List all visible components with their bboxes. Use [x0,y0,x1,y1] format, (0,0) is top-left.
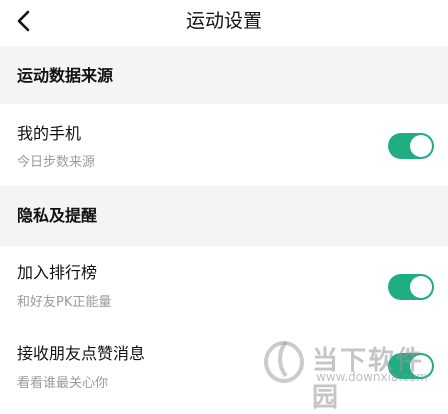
setting-subtitle-likes: 看看谁最关心你 [17,376,109,391]
setting-title-my-phone: 我的手机 [17,124,82,143]
setting-subtitle-my-phone: 今日步数来源 [17,155,96,170]
top-bar: 运动设置 [0,0,448,42]
watermark-url: www.downxia.com [316,370,428,384]
setting-title-likes: 接收朋友点赞消息 [17,344,146,363]
section-header-data-source: 运动数据来源 [0,46,448,104]
section-label-privacy: 隐私及提醒 [17,206,98,225]
setting-row-leaderboard: 加入排行榜 和好友PK正能量 [0,246,448,324]
toggle-knob [410,135,432,157]
section-header-privacy: 隐私及提醒 [0,186,448,246]
setting-row-my-phone: 我的手机 今日步数来源 [0,104,448,186]
setting-subtitle-leaderboard: 和好友PK正能量 [17,295,112,310]
section-label-data-source: 运动数据来源 [17,66,114,85]
leaderboard-toggle[interactable] [388,274,434,300]
watermark-logo-icon [262,336,306,384]
my-phone-toggle[interactable] [388,133,434,159]
setting-title-leaderboard: 加入排行榜 [17,263,98,282]
toggle-knob [410,276,432,298]
page-title: 运动设置 [185,10,262,32]
